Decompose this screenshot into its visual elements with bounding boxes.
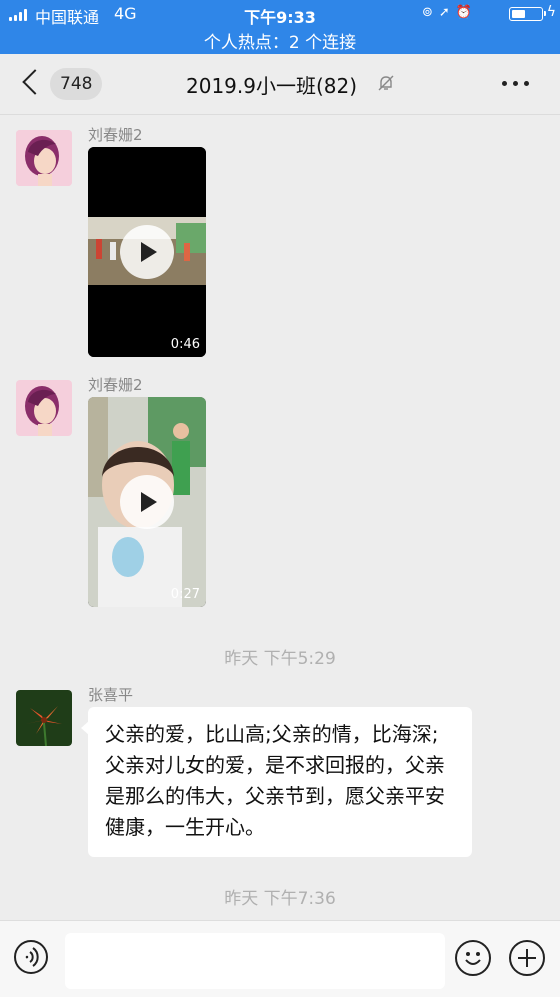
bell-off-icon bbox=[378, 75, 394, 91]
message-bubble[interactable]: 父亲的爱，比山高;父亲的情，比海深;父亲对儿女的爱，是不求回报的，父亲是那么的伟… bbox=[81, 707, 472, 857]
location-icon: ➚ bbox=[438, 5, 456, 20]
play-icon[interactable] bbox=[120, 475, 174, 529]
sender-name: 张喜平 bbox=[88, 686, 134, 704]
plus-icon[interactable] bbox=[509, 940, 545, 976]
chat-header: 748 2019.9小一班(82) bbox=[0, 54, 560, 115]
video-duration: 0:46 bbox=[170, 337, 200, 352]
timestamp: 昨天 下午5:29 bbox=[224, 649, 336, 669]
status-icons: ⊚➚⏰ bbox=[422, 5, 478, 20]
battery-icon bbox=[509, 7, 546, 21]
rotation-lock-icon: ⊚ bbox=[422, 5, 439, 20]
status-bar: 中国联通 4G 下午9:33 ⊚➚⏰ ϟ 个人热点：2 个连接 bbox=[0, 0, 560, 54]
voice-icon[interactable] bbox=[14, 940, 48, 974]
unread-badge[interactable]: 748 bbox=[50, 68, 103, 100]
more-dots-icon[interactable] bbox=[502, 76, 530, 90]
video-duration: 0:27 bbox=[170, 587, 200, 602]
hotspot-banner[interactable]: 个人热点：2 个连接 bbox=[0, 28, 560, 53]
chevron-left-icon[interactable] bbox=[22, 69, 48, 95]
status-row: 中国联通 4G 下午9:33 ⊚➚⏰ ϟ bbox=[0, 0, 560, 28]
timestamp: 昨天 下午7:36 bbox=[224, 889, 336, 909]
alarm-icon: ⏰ bbox=[455, 5, 478, 20]
emoji-icon[interactable] bbox=[455, 940, 491, 976]
play-icon[interactable] bbox=[120, 225, 174, 279]
sender-name: 刘春姗2 bbox=[88, 126, 143, 144]
charging-icon: ϟ bbox=[546, 4, 556, 20]
video-thumbnail[interactable]: 0:27 bbox=[88, 397, 206, 607]
message-input[interactable] bbox=[65, 933, 445, 989]
sender-name: 刘春姗2 bbox=[88, 376, 143, 394]
chat-title: 2019.9小一班(82) bbox=[186, 74, 358, 98]
input-bar bbox=[0, 920, 560, 997]
avatar[interactable] bbox=[16, 690, 72, 746]
avatar[interactable] bbox=[16, 380, 72, 436]
video-thumbnail[interactable]: 0:46 bbox=[88, 147, 206, 357]
avatar[interactable] bbox=[16, 130, 72, 186]
